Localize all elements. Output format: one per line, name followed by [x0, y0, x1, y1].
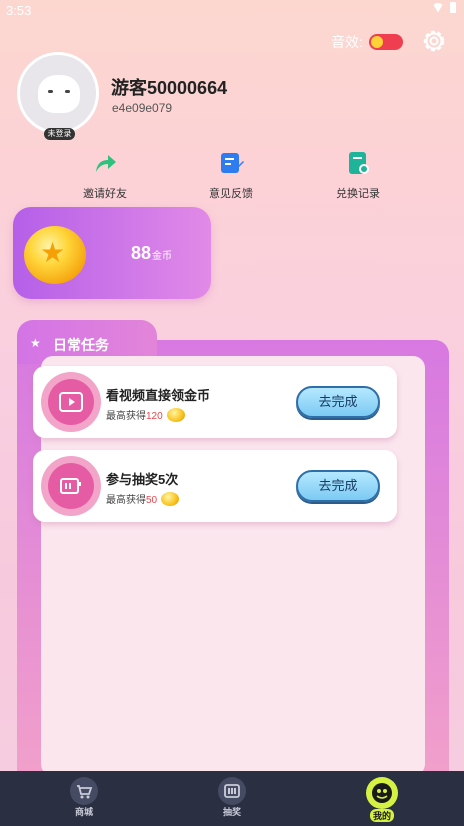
nav-item-mine[interactable]: 我的: [352, 777, 412, 822]
task-title: 参与抽奖5次: [106, 472, 179, 487]
status-time: 3:53: [6, 3, 32, 18]
film-icon: [59, 392, 83, 412]
login-status-badge: 未登录: [44, 128, 75, 140]
user-id: e4e09e079: [112, 101, 173, 115]
task-reward: 最高获得120: [106, 407, 185, 422]
record-doc-icon: [349, 152, 369, 174]
status-bar: 3:53: [0, 0, 464, 20]
coin-icon: [166, 408, 185, 422]
nav-label: 商城: [74, 807, 93, 817]
coin-unit: 金币: [152, 251, 173, 262]
share-arrow-icon: [96, 155, 116, 172]
gear-icon[interactable]: [420, 27, 448, 55]
sound-setting: 音效:: [331, 32, 403, 52]
nav-label: 抽奖: [222, 807, 241, 817]
wifi-icon: [432, 2, 444, 13]
quick-label: 意见反馈: [209, 188, 253, 200]
coin-icon: [161, 492, 180, 506]
task-panel-title: 日常任务: [53, 337, 109, 353]
quick-label: 兑换记录: [336, 188, 380, 200]
exchange-record-button[interactable]: 兑换记录: [318, 150, 398, 201]
lottery-icon: [41, 456, 101, 516]
cat-face-icon: [38, 75, 80, 113]
smiley-icon: [366, 777, 398, 809]
quick-label: 邀请好友: [83, 188, 127, 200]
coin-balance-card[interactable]: 88金币: [13, 207, 211, 299]
invite-friends-button[interactable]: 邀请好友: [65, 150, 145, 201]
star-icon: ★: [30, 336, 41, 350]
reward-prefix: 最高获得: [106, 411, 146, 422]
reward-prefix: 最高获得: [106, 495, 146, 506]
nav-item-lottery[interactable]: 抽奖: [202, 777, 262, 818]
coin-value: 88: [131, 243, 152, 263]
video-icon: [41, 372, 101, 432]
task-row: 看视频直接领金币 最高获得120 去完成: [33, 366, 397, 438]
video-icon-ring: [48, 379, 94, 425]
task-row: 参与抽奖5次 最高获得50 去完成: [33, 450, 397, 522]
battery-icon: [450, 2, 456, 13]
feedback-button[interactable]: 意见反馈: [191, 150, 271, 201]
cart-icon: [70, 777, 98, 805]
sound-label: 音效:: [331, 34, 363, 50]
toggle-knob: [370, 36, 383, 48]
reward-value: 120: [146, 411, 163, 422]
gold-coin-icon: [24, 226, 86, 284]
bottom-nav: 商城 抽奖 我的: [0, 771, 464, 826]
username: 游客50000664: [111, 78, 228, 98]
task-title: 看视频直接领金币: [106, 388, 211, 403]
avatar[interactable]: [17, 52, 99, 134]
lottery-icon-ring: [48, 463, 94, 509]
feedback-note-icon: [221, 153, 244, 173]
nav-item-shop[interactable]: 商城: [54, 777, 114, 818]
sound-toggle[interactable]: [368, 34, 403, 50]
complete-task-button[interactable]: 去完成: [296, 470, 380, 502]
lottery-machine-icon: [218, 777, 246, 805]
nav-label: 我的: [369, 809, 394, 822]
reward-value: 50: [146, 495, 158, 506]
lottery-ticket-icon: [60, 478, 81, 494]
coin-amount: 88金币: [131, 243, 172, 264]
complete-task-button[interactable]: 去完成: [296, 386, 380, 418]
task-reward: 最高获得50: [106, 491, 180, 506]
